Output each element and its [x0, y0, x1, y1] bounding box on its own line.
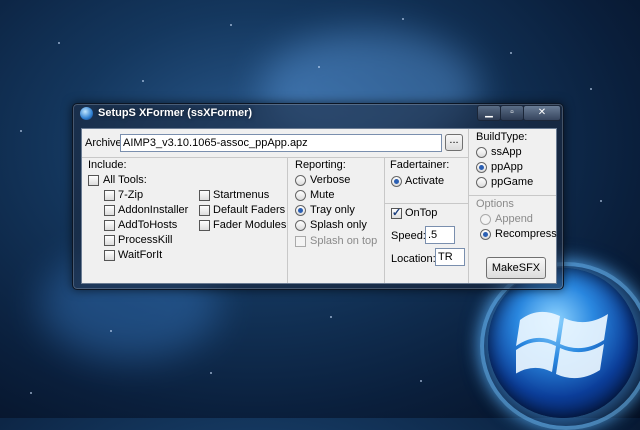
tool-default-faders-checkbox[interactable]	[199, 205, 210, 216]
fadertainer-label: Fadertainer:	[390, 159, 450, 171]
ontop-label: OnTop	[405, 207, 438, 219]
ppgame-radio[interactable]	[476, 177, 487, 188]
tool-fader-modules-checkbox[interactable]	[199, 220, 210, 231]
tool-label: Startmenus	[213, 189, 270, 201]
tool-7zip-checkbox[interactable]	[104, 190, 115, 201]
star	[318, 66, 320, 68]
divider	[468, 129, 469, 283]
archive-field[interactable]: AIMP3_v3.10.1065-assoc_ppApp.apz	[120, 134, 442, 152]
reporting-option-label: Mute	[310, 189, 335, 201]
recompress-label: Recompress	[495, 228, 557, 240]
star	[402, 18, 404, 20]
client-area: Archive: AIMP3_v3.10.1065-assoc_ppApp.ap…	[81, 128, 557, 284]
append-label: Append	[495, 213, 533, 225]
star	[110, 330, 112, 332]
activate-label: Activate	[405, 175, 445, 187]
location-label: Location:	[391, 253, 436, 265]
browse-button[interactable]: ...	[445, 134, 463, 151]
tray-only-radio[interactable]	[295, 205, 306, 216]
star	[20, 130, 22, 132]
divider	[384, 203, 468, 204]
verbose-radio[interactable]	[295, 175, 306, 186]
windows-logo-icon	[488, 268, 638, 418]
divider	[287, 157, 288, 283]
star	[330, 316, 332, 318]
archive-label: Archive:	[85, 137, 125, 149]
tool-label: Default Faders	[213, 204, 286, 216]
star	[590, 88, 592, 90]
activate-radio[interactable]	[391, 176, 402, 187]
speed-label: Speed:	[391, 230, 426, 242]
tool-addtohosts-checkbox[interactable]	[104, 220, 115, 231]
mute-radio[interactable]	[295, 190, 306, 201]
all-tools-label: All Tools:	[103, 174, 147, 186]
reporting-option-label: Verbose	[310, 174, 351, 186]
star	[420, 380, 422, 382]
include-label: Include:	[88, 159, 127, 171]
buildtype-label: BuildType:	[476, 131, 528, 143]
tool-label: WaitForIt	[118, 249, 163, 261]
buildtype-option-label: ssApp	[491, 146, 522, 158]
title-bar[interactable]: SetupS XFormer (ssXFormer) ▁ ▫ ✕	[73, 104, 563, 124]
buildtype-option-label: ppApp	[491, 161, 523, 173]
reporting-label: Reporting:	[295, 159, 346, 171]
buildtype-option-label: ppGame	[491, 176, 534, 188]
star	[30, 392, 32, 394]
splash-only-radio[interactable]	[295, 220, 306, 231]
splash-on-top-label: Splash on top	[310, 235, 378, 247]
maximize-button[interactable]: ▫	[500, 105, 524, 121]
divider	[82, 157, 468, 158]
tool-waitforit-checkbox[interactable]	[104, 250, 115, 261]
minimize-button[interactable]: ▁	[477, 105, 501, 121]
tool-label: AddonInstaller	[118, 204, 189, 216]
tool-addoninstaller-checkbox[interactable]	[104, 205, 115, 216]
tool-label: 7-Zip	[118, 189, 144, 201]
star	[600, 200, 602, 202]
close-button[interactable]: ✕	[523, 105, 561, 121]
window-title: SetupS XFormer (ssXFormer)	[98, 107, 253, 119]
reporting-option-label: Tray only	[310, 204, 355, 216]
ontop-checkbox[interactable]	[391, 206, 402, 219]
tool-label: Fader Modules	[213, 219, 287, 231]
options-label: Options	[476, 198, 514, 210]
app-window: SetupS XFormer (ssXFormer) ▁ ▫ ✕ Archive…	[72, 103, 564, 290]
star	[142, 80, 144, 82]
app-icon	[80, 107, 93, 120]
divider	[468, 195, 556, 196]
append-radio[interactable]	[480, 214, 491, 225]
speed-field[interactable]: .5	[425, 226, 455, 244]
reporting-option-label: Splash only	[310, 219, 367, 231]
star	[58, 42, 60, 44]
star	[210, 372, 212, 374]
star	[510, 52, 512, 54]
all-tools-checkbox[interactable]	[88, 175, 99, 186]
ssapp-radio[interactable]	[476, 147, 487, 158]
ppapp-radio[interactable]	[476, 162, 487, 173]
tool-processkill-checkbox[interactable]	[104, 235, 115, 246]
location-field[interactable]: TR	[435, 248, 465, 266]
tool-label: ProcessKill	[118, 234, 173, 246]
star	[230, 24, 232, 26]
divider	[384, 157, 385, 283]
makesfx-button[interactable]: MakeSFX	[486, 257, 546, 279]
splash-on-top-checkbox[interactable]	[295, 236, 306, 247]
recompress-radio[interactable]	[480, 229, 491, 240]
tool-startmenus-checkbox[interactable]	[199, 190, 210, 201]
tool-label: AddToHosts	[118, 219, 178, 231]
